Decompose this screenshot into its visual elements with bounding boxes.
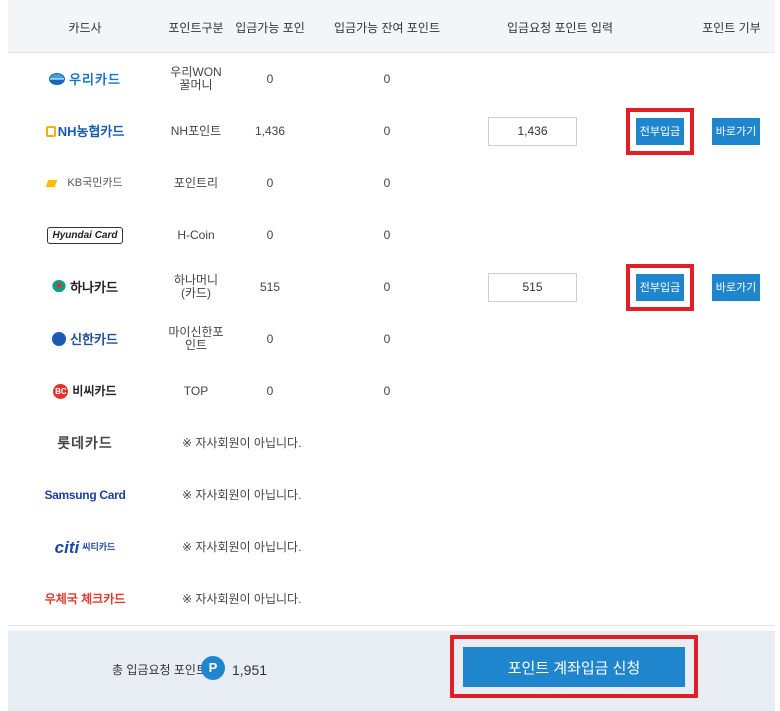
- point-type: H-Coin: [177, 227, 215, 242]
- point-type: 우리WON 꿀머니: [170, 65, 222, 92]
- woori-card-logo: 우리카드: [49, 73, 121, 86]
- point-type: NH포인트: [170, 123, 222, 138]
- not-member-notice: ※ 자사회원이 아닙니다.: [182, 539, 302, 554]
- table-header: 카드사 포인트구분 입금가능 포인트 입금가능 잔여 포인트 입금요청 포인트 …: [8, 0, 775, 91]
- table-row: Hyundai Card H-Coin 0 0: [8, 209, 775, 262]
- point-p-icon: P: [201, 656, 225, 680]
- woori-symbol-icon: [49, 73, 66, 85]
- lotte-card-logo: 롯데카드: [57, 434, 113, 451]
- point-type: TOP: [183, 383, 209, 398]
- submit-transfer-button[interactable]: 포인트 계좌입금 신청: [463, 647, 685, 687]
- samsung-card-logo: Samsung Card: [44, 487, 126, 502]
- table-row: citi 씨티카드 ※ 자사회원이 아닙니다.: [8, 521, 775, 574]
- table-row: 신한카드 마이신한포 인트 0 0: [8, 313, 775, 366]
- deposit-all-button[interactable]: 전부입금: [636, 273, 684, 301]
- hana-card-logo: 하나카드: [52, 280, 118, 294]
- shinhan-card-logo: 신한카드: [52, 332, 118, 346]
- nh-card-logo: NH농협카드: [45, 125, 124, 138]
- available-points: 0: [266, 331, 274, 346]
- kb-star-icon: [47, 178, 63, 189]
- highlight-box: 포인트 계좌입금 신청: [450, 635, 698, 698]
- header-point-type: 포인트구분: [168, 21, 224, 35]
- point-type: 포인트리: [173, 175, 219, 190]
- remaining-points: 0: [383, 71, 391, 86]
- remaining-points: 0: [383, 227, 391, 242]
- deposit-all-button[interactable]: 전부입금: [636, 117, 684, 145]
- table-row: BC 비씨카드 TOP 0 0: [8, 365, 775, 418]
- table-row: KB국민카드 포인트리 0 0: [8, 157, 775, 210]
- bc-card-logo: BC 비씨카드: [53, 383, 117, 399]
- point-type: 마이신한포 인트: [168, 325, 224, 352]
- available-points: 0: [266, 71, 274, 86]
- shinhan-symbol-icon: [52, 332, 67, 346]
- go-donate-button[interactable]: 바로가기: [712, 273, 760, 301]
- epost-card-logo: 우체국 체크카드: [44, 591, 126, 606]
- point-request-input[interactable]: [488, 272, 577, 302]
- table-row: Samsung Card ※ 자사회원이 아닙니다.: [8, 469, 775, 522]
- header-remaining: 입금가능 잔여 포인트: [333, 21, 441, 35]
- header-card-company: 카드사: [68, 21, 102, 35]
- table-row: 우체국 체크카드 ※ 자사회원이 아닙니다.: [8, 573, 775, 626]
- remaining-points: 0: [383, 331, 391, 346]
- point-type: 하나머니 (카드): [173, 273, 219, 300]
- remaining-points: 0: [383, 123, 391, 138]
- table-row: 우리카드 우리WON 꿀머니 0 0: [8, 53, 775, 106]
- summary-footer: 총 입금요청 포인트 P 1,951 포인트 계좌입금 신청: [8, 631, 775, 711]
- go-donate-button[interactable]: 바로가기: [712, 117, 760, 145]
- available-points: 0: [266, 383, 274, 398]
- highlight-box: 전부입금: [626, 107, 694, 155]
- total-request-label: 총 입금요청 포인트: [112, 663, 207, 677]
- available-points: 515: [259, 279, 281, 294]
- header-request-input: 입금요청 포인트 입력: [506, 21, 614, 35]
- table-row: NH농협카드 NH포인트 1,436 0 전부입금 바로가기: [8, 105, 775, 158]
- kb-card-logo: KB국민카드: [47, 177, 122, 190]
- nh-symbol-icon: [45, 125, 56, 137]
- hyundai-card-logo: Hyundai Card: [47, 226, 123, 244]
- table-row: 롯데카드 ※ 자사회원이 아닙니다.: [8, 417, 775, 470]
- remaining-points: 0: [383, 383, 391, 398]
- point-transfer-table: 카드사 포인트구분 입금가능 포인트 입금가능 잔여 포인트 입금요청 포인트 …: [8, 0, 775, 711]
- available-points: 0: [266, 175, 274, 190]
- available-points: 1,436: [254, 123, 286, 138]
- available-points: 0: [266, 227, 274, 242]
- remaining-points: 0: [383, 279, 391, 294]
- bc-symbol-icon: BC: [53, 383, 69, 399]
- header-donate: 포인트 기부: [702, 21, 761, 35]
- highlight-box: 전부입금: [626, 263, 694, 311]
- not-member-notice: ※ 자사회원이 아닙니다.: [182, 487, 302, 502]
- point-request-input[interactable]: [488, 116, 577, 146]
- citi-card-logo: citi 씨티카드: [54, 537, 116, 557]
- remaining-points: 0: [383, 175, 391, 190]
- total-request-value: 1,951: [232, 662, 268, 678]
- not-member-notice: ※ 자사회원이 아닙니다.: [182, 591, 302, 606]
- header-available: 입금가능 포인트: [235, 21, 305, 91]
- not-member-notice: ※ 자사회원이 아닙니다.: [182, 435, 302, 450]
- table-row: 하나카드 하나머니 (카드) 515 0 전부입금 바로가기: [8, 261, 775, 314]
- hana-symbol-icon: [52, 280, 67, 294]
